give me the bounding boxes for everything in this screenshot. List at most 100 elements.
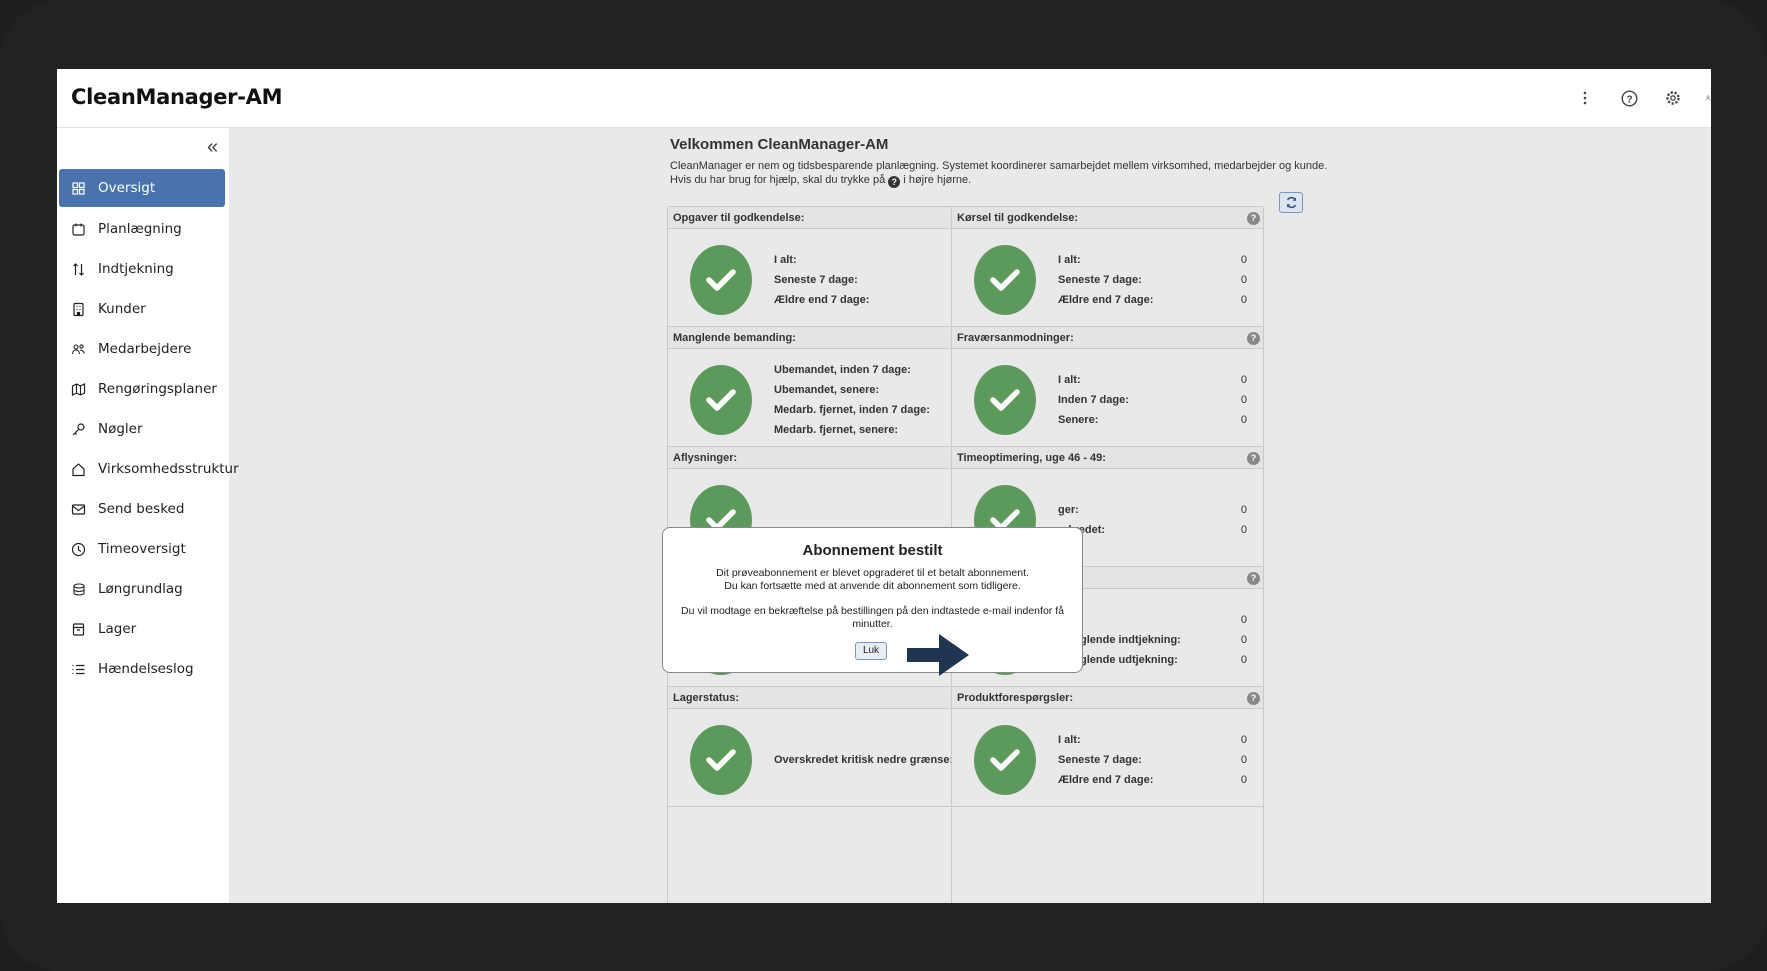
top-bar: CleanManager-AM ? <box>57 69 1711 128</box>
stat-label: Inden 7 dage: <box>1058 393 1129 406</box>
status-panel: Opgaver til godkendelse:?I alt:0Seneste … <box>667 206 980 333</box>
list-icon <box>71 662 86 677</box>
stat-row: Seneste 7 dage: 0 <box>1058 750 1247 770</box>
stat-row: rskredet:0 <box>1058 520 1247 540</box>
stat-value: 0 <box>1240 753 1247 766</box>
sidebar-item-label: Nøgler <box>98 421 143 437</box>
welcome-line-2: Hvis du har brug for hjælp, skal du tryk… <box>670 173 1350 188</box>
stat-label: I alt: <box>1058 253 1081 266</box>
stat-value: 0 <box>1240 294 1247 307</box>
sidebar-item-rengøringsplaner[interactable]: Rengøringsplaner <box>59 369 225 409</box>
check-circle-icon <box>690 365 752 435</box>
close-button[interactable]: Luk <box>855 642 887 660</box>
modal-line-2: Du kan fortsætte med at anvende dit abon… <box>724 580 1021 592</box>
stat-label: Ældre end 7 dage: <box>1058 774 1154 787</box>
stat-row: Seneste 7 dage: 0 <box>1058 270 1247 290</box>
status-panel: Manglende bemanding:? Ubemandet, inden 7 … <box>667 326 980 453</box>
map-icon <box>71 382 86 397</box>
sidebar-item-lager[interactable]: Lager <box>59 609 225 649</box>
help-icon[interactable]: ? <box>1247 212 1260 225</box>
check-circle-icon <box>974 245 1036 315</box>
stat-row: Manglende indtjekning: 0 <box>1058 630 1247 650</box>
refresh-button[interactable] <box>1279 192 1303 213</box>
panel-header: Produktforespørgsler:? <box>952 687 1263 709</box>
sidebar-item-løngrundlag[interactable]: Løngrundlag <box>59 569 225 609</box>
sidebar-item-oversigt[interactable]: Oversigt <box>59 169 225 207</box>
sidebar-item-kunder[interactable]: Kunder <box>59 289 225 329</box>
stat-label: Seneste 7 dage: <box>774 273 858 286</box>
sidebar-item-label: Indtjekning <box>98 261 174 277</box>
stat-value: 0 <box>1240 633 1247 646</box>
status-panel: Lagerstatus:? Overskredet kritisk nedre g… <box>667 686 980 813</box>
panel-header: Aflysninger:? <box>668 447 979 469</box>
sidebar-item-virksomhedsstruktur[interactable]: Virksomhedsstruktur <box>59 449 239 489</box>
home-icon <box>71 462 86 477</box>
arrow-pointer-icon <box>907 634 969 676</box>
help-icon[interactable]: ? <box>1247 572 1260 585</box>
stat-label: Ældre end 7 dage: <box>1058 294 1154 307</box>
stat-value: 0 <box>1240 393 1247 406</box>
modal-line-4: minutter. <box>852 618 893 630</box>
status-panel-partial <box>667 806 980 903</box>
stat-label: I alt: <box>1058 733 1081 746</box>
check-circle-icon <box>690 725 752 795</box>
svg-text:?: ? <box>1626 94 1632 105</box>
stat-row: I alt: 0 <box>1058 250 1247 270</box>
stat-value: 0 <box>1240 373 1247 386</box>
welcome-text: CleanManager er nem og tidsbesparende pl… <box>670 159 1350 188</box>
stat-label: Ubemandet, inden 7 dage: <box>774 363 911 376</box>
sidebar-item-send-besked[interactable]: Send besked <box>59 489 225 529</box>
panel-title: Aflysninger: <box>673 452 738 464</box>
status-panel: Kørsel til godkendelse:? I alt: 0 Seneste 7… <box>951 206 1264 333</box>
sidebar-item-medarbejdere[interactable]: Medarbejdere <box>59 329 225 369</box>
more-vertical-icon[interactable] <box>1573 86 1597 110</box>
sidebar-item-indtjekning[interactable]: Indtjekning <box>59 249 225 289</box>
panel-header: Manglende bemanding:? <box>668 327 979 349</box>
help-icon[interactable]: ? <box>1247 332 1260 345</box>
sidebar-item-label: Oversigt <box>98 180 156 196</box>
sidebar-item-label: Virksomhedsstruktur <box>98 461 239 477</box>
app-window: CleanManager-AM ? « Oversigt Planlægning I… <box>57 69 1711 903</box>
panel-header: Timeoptimering, uge 46 - 49:? <box>952 447 1263 469</box>
welcome-line-2-end: i højre hjørne. <box>903 174 972 186</box>
check-circle-icon <box>974 725 1036 795</box>
arrows-updown-icon <box>71 262 86 277</box>
help-circle-icon[interactable]: ? <box>1617 86 1641 110</box>
stat-label: ger: <box>1058 503 1079 516</box>
sidebar-item-timeoversigt[interactable]: Timeoversigt <box>59 529 225 569</box>
help-icon[interactable]: ? <box>1247 692 1260 705</box>
sidebar-item-nøgler[interactable]: Nøgler <box>59 409 225 449</box>
panel-title: Timeoptimering, uge 46 - 49: <box>957 452 1106 464</box>
stat-value: 0 <box>1240 733 1247 746</box>
modal-line-3: Du vil modtage en bekræftelse på bestill… <box>681 605 1064 617</box>
gear-icon[interactable] <box>1661 86 1685 110</box>
panel-header: Kørsel til godkendelse:? <box>952 207 1263 229</box>
sidebar-item-hændelseslog[interactable]: Hændelseslog <box>59 649 225 689</box>
stat-row: Senere: 0 <box>1058 410 1247 430</box>
stat-value: 0 <box>1240 524 1247 537</box>
panel-title: Lagerstatus: <box>673 692 740 704</box>
sidebar-item-label: Medarbejdere <box>98 341 192 357</box>
stat-label: I alt: <box>1058 373 1081 386</box>
stat-value: 0 <box>1240 774 1247 787</box>
stat-row: I alt: 0 <box>1058 370 1247 390</box>
stat-row: Ældre end 7 dage:0 <box>774 290 963 310</box>
building-icon <box>71 302 86 317</box>
modal-line-1: Dit prøveabonnement er blevet opgraderet… <box>716 567 1029 579</box>
status-panel: Produktforespørgsler:? I alt: 0 Seneste 7 d… <box>951 686 1264 813</box>
help-icon[interactable]: ? <box>1247 452 1260 465</box>
stat-label: I alt: <box>774 253 797 266</box>
refresh-icon <box>1286 196 1296 209</box>
user-icon[interactable] <box>1705 86 1711 110</box>
sidebar-item-label: Send besked <box>98 501 185 517</box>
status-panel: Fraværsanmodninger:? I alt: 0 Inden 7 dage:… <box>951 326 1264 453</box>
sidebar: « Oversigt Planlægning Indtjekning Kunder Me… <box>57 128 239 903</box>
key-icon <box>71 422 86 437</box>
collapse-sidebar-icon[interactable]: « <box>207 136 218 159</box>
stat-label: Ubemandet, senere: <box>774 383 880 396</box>
panel-header: Lagerstatus:? <box>668 687 979 709</box>
sidebar-item-planlægning[interactable]: Planlægning <box>59 209 225 249</box>
panel-title: Manglende bemanding: <box>673 332 796 344</box>
sidebar-item-label: Timeoversigt <box>98 541 186 557</box>
stat-value: 0 <box>1240 654 1247 667</box>
